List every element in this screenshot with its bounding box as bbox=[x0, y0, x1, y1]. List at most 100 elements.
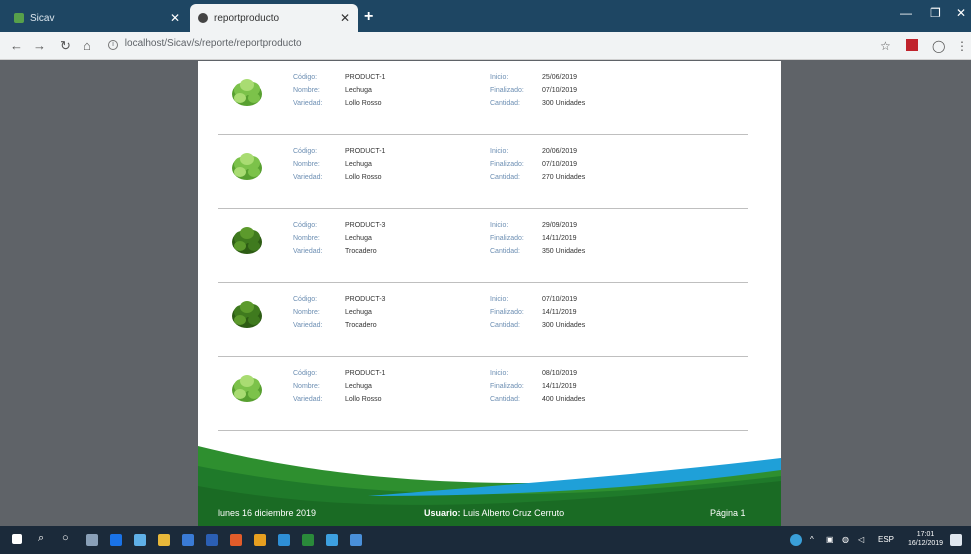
network-icon[interactable]: ▣ bbox=[826, 535, 834, 544]
inicio-label: Inicio: bbox=[490, 370, 509, 377]
tab-title: Sicav bbox=[30, 12, 55, 24]
nombre-label: Nombre: bbox=[293, 87, 320, 94]
app-icon[interactable] bbox=[254, 534, 266, 546]
inicio-label: Inicio: bbox=[490, 296, 509, 303]
new-tab-icon[interactable]: + bbox=[364, 8, 373, 26]
task-view-icon[interactable] bbox=[86, 534, 98, 546]
maximize-icon[interactable]: ❐ bbox=[930, 6, 941, 20]
forward-icon[interactable]: → bbox=[33, 38, 46, 53]
variedad-label: Variedad: bbox=[293, 174, 323, 181]
lettuce-light-icon bbox=[232, 375, 262, 402]
cantidad-value: 300 Unidades bbox=[542, 100, 586, 107]
codigo-label: Código: bbox=[293, 222, 318, 229]
search-icon[interactable]: ⌕ bbox=[38, 532, 44, 545]
app-icon[interactable] bbox=[278, 534, 290, 546]
finalizado-value: 14/11/2019 bbox=[542, 309, 577, 316]
pdf-extension-icon[interactable] bbox=[906, 39, 918, 51]
app-icon[interactable] bbox=[230, 534, 242, 546]
profile-icon[interactable]: ◯ bbox=[932, 39, 945, 53]
variedad-value: Lollo Rosso bbox=[345, 100, 382, 107]
codigo-value: PRODUCT-1 bbox=[345, 74, 386, 81]
globe-icon bbox=[198, 13, 208, 23]
inicio-value: 25/06/2019 bbox=[542, 74, 578, 81]
close-icon[interactable]: ✕ bbox=[170, 11, 180, 25]
tray-chevron-icon[interactable]: ^ bbox=[810, 535, 814, 544]
notification-icon[interactable] bbox=[950, 534, 962, 546]
volume-icon[interactable]: ◁ bbox=[858, 535, 864, 544]
codigo-label: Código: bbox=[293, 370, 318, 377]
nombre-label: Nombre: bbox=[293, 161, 320, 168]
lettuce-light-icon bbox=[232, 79, 262, 106]
windows-start-icon[interactable] bbox=[12, 534, 22, 544]
tab-reportproducto[interactable]: reportproducto ✕ bbox=[190, 4, 358, 32]
inicio-label: Inicio: bbox=[490, 148, 509, 155]
cantidad-label: Cantidad: bbox=[490, 248, 520, 255]
inicio-value: 07/10/2019 bbox=[542, 296, 578, 303]
codigo-label: Código: bbox=[293, 148, 318, 155]
lettuce-light-icon bbox=[232, 153, 262, 180]
cantidad-label: Cantidad: bbox=[490, 322, 520, 329]
lettuce-dark-icon bbox=[232, 227, 262, 254]
wifi-icon[interactable]: ◍ bbox=[842, 535, 849, 544]
finalizado-label: Finalizado: bbox=[490, 309, 524, 316]
variedad-label: Variedad: bbox=[293, 322, 323, 329]
clock-time: 17:01 bbox=[916, 531, 935, 538]
finalizado-label: Finalizado: bbox=[490, 87, 524, 94]
close-icon[interactable]: ✕ bbox=[340, 11, 350, 25]
minimize-icon[interactable]: — bbox=[900, 6, 912, 20]
codigo-value: PRODUCT-1 bbox=[345, 370, 386, 377]
product-record: Código: PRODUCT-1 Nombre: Lechuga Variedad: L… bbox=[218, 61, 748, 135]
inicio-label: Inicio: bbox=[490, 74, 509, 81]
user-label: Usuario: bbox=[424, 508, 461, 518]
app-icon[interactable] bbox=[302, 534, 314, 546]
inicio-value: 08/10/2019 bbox=[542, 370, 578, 377]
back-icon[interactable]: ← bbox=[10, 38, 23, 53]
finalizado-label: Finalizado: bbox=[490, 235, 524, 242]
app-icon[interactable] bbox=[326, 534, 338, 546]
nombre-value: Lechuga bbox=[345, 383, 372, 390]
variedad-label: Variedad: bbox=[293, 100, 323, 107]
finalizado-value: 14/11/2019 bbox=[542, 235, 577, 242]
footer-date: lunes 16 diciembre 2019 bbox=[218, 508, 317, 518]
finalizado-label: Finalizado: bbox=[490, 383, 524, 390]
file-explorer-icon[interactable] bbox=[158, 534, 170, 546]
language-indicator[interactable]: ESP bbox=[878, 535, 894, 544]
app-icon[interactable] bbox=[350, 534, 362, 546]
edge-icon[interactable] bbox=[110, 534, 122, 546]
store-icon[interactable] bbox=[182, 534, 194, 546]
pdf-viewer: Código: PRODUCT-1 Nombre: Lechuga Variedad: L… bbox=[0, 61, 971, 526]
info-icon[interactable]: i bbox=[108, 40, 118, 50]
nombre-label: Nombre: bbox=[293, 235, 320, 242]
finalizado-value: 07/10/2019 bbox=[542, 87, 578, 94]
lettuce-dark-icon bbox=[232, 301, 262, 328]
nombre-label: Nombre: bbox=[293, 309, 320, 316]
cantidad-value: 300 Unidades bbox=[542, 322, 586, 329]
product-record: Código: PRODUCT-3 Nombre: Lechuga Variedad: T… bbox=[218, 283, 748, 357]
product-record: Código: PRODUCT-3 Nombre: Lechuga Variedad: T… bbox=[218, 209, 748, 283]
taskbar-clock[interactable]: 17:01 16/12/2019 bbox=[908, 530, 943, 548]
product-record: Código: PRODUCT-1 Nombre: Lechuga Variedad: L… bbox=[218, 135, 748, 209]
product-record: Código: PRODUCT-1 Nombre: Lechuga Variedad: L… bbox=[218, 357, 748, 431]
window-close-icon[interactable]: ✕ bbox=[956, 6, 966, 20]
nombre-value: Lechuga bbox=[345, 235, 372, 242]
nombre-value: Lechuga bbox=[345, 161, 372, 168]
tray-app-icon[interactable] bbox=[790, 534, 802, 546]
cantidad-label: Cantidad: bbox=[490, 100, 520, 107]
cortana-icon[interactable]: ○ bbox=[62, 532, 69, 544]
bookmark-star-icon[interactable]: ☆ bbox=[880, 39, 891, 53]
address-bar[interactable]: i localhost/Sicav/s/reporte/reportproduc… bbox=[108, 38, 302, 50]
home-icon[interactable]: ⌂ bbox=[83, 38, 91, 53]
menu-icon[interactable]: ⋮ bbox=[956, 39, 968, 53]
tab-sicav[interactable]: Sicav ✕ bbox=[6, 4, 188, 32]
codigo-value: PRODUCT-3 bbox=[345, 296, 386, 303]
reload-icon[interactable]: ↻ bbox=[60, 38, 71, 54]
variedad-value: Trocadero bbox=[345, 322, 377, 329]
finalizado-label: Finalizado: bbox=[490, 161, 524, 168]
cantidad-value: 270 Unidades bbox=[542, 174, 586, 181]
finalizado-value: 07/10/2019 bbox=[542, 161, 578, 168]
inicio-value: 20/06/2019 bbox=[542, 148, 578, 155]
mail-icon[interactable] bbox=[206, 534, 218, 546]
chrome-icon[interactable] bbox=[134, 534, 146, 546]
codigo-value: PRODUCT-3 bbox=[345, 222, 386, 229]
cantidad-label: Cantidad: bbox=[490, 396, 520, 403]
